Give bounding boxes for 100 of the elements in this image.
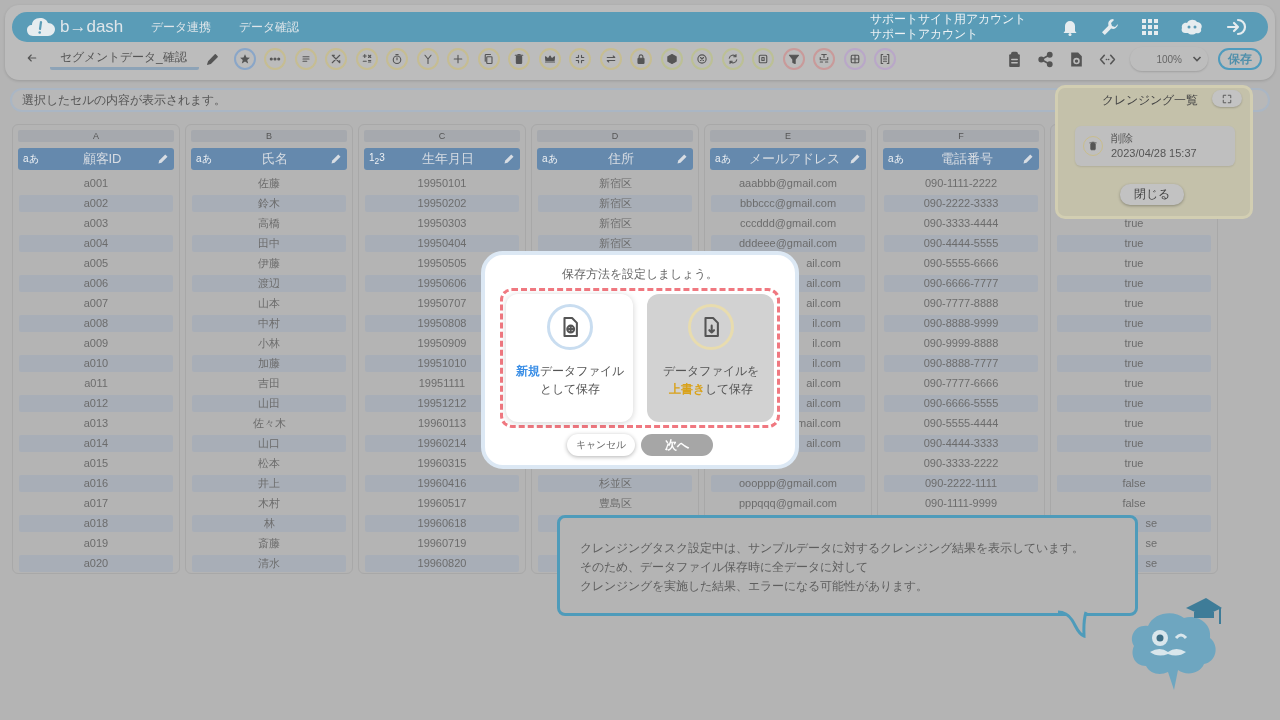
table-cell: se [1145,556,1157,569]
tool-button[interactable] [447,48,470,70]
table-cell: a006 [19,274,173,292]
pencil-icon [204,51,220,67]
tool-button[interactable] [813,48,836,70]
column-letter[interactable]: C [364,130,520,142]
table-cell: 19950202 [365,194,519,212]
tool-button[interactable] [355,48,378,70]
table-cell: 杉並区 [538,474,692,492]
star-icon [238,53,251,65]
close-circle-icon [696,53,709,65]
pencil-icon[interactable] [1022,153,1034,165]
save-option-card[interactable]: 新規データファイル として保存 [506,294,633,422]
table-cell-text: 090-5555-6666 [922,255,1000,271]
table-cell-text: 19960719 [416,535,468,551]
table-cell: 19960820 [365,554,519,572]
tool-button[interactable] [508,48,531,70]
tool-button[interactable] [721,48,744,70]
column-letter[interactable]: A [18,130,174,142]
table-cell-text: 090-1111-9999 [923,495,999,511]
column-header[interactable]: 1$_{2}$3 生年月日 [364,148,520,170]
zoom-select[interactable]: 100% [1130,47,1208,71]
column-letter[interactable]: B [191,130,347,142]
column-letter[interactable]: E [710,130,866,142]
column-letter[interactable]: D [537,130,693,142]
column-letter[interactable]: F [883,130,1039,142]
apps-grid-icon[interactable] [1142,19,1158,35]
column-header[interactable]: aあ 顧客ID [18,148,174,170]
tool-button[interactable] [752,48,775,70]
tool-button[interactable] [843,48,866,70]
pencil-icon[interactable] [503,153,515,165]
tool-button[interactable] [569,48,592,70]
tool-button[interactable] [294,48,317,70]
account-name: サポートアカウント [870,27,979,42]
table-cell: 清水 [192,554,346,572]
page-title[interactable]: セグメントデータ_確認 [50,48,199,70]
filter-icon [787,53,800,65]
dialog-button[interactable]: キャンセル [567,434,635,456]
close-button[interactable]: 閉じる [1120,184,1184,205]
logout-icon[interactable] [1226,17,1248,37]
table-cell: 090-8888-9999 [884,314,1038,332]
wrench-icon[interactable] [1100,17,1120,37]
pencil-icon[interactable] [676,153,688,165]
bell-icon[interactable] [1062,18,1078,36]
column-header[interactable]: aあ 氏名 [191,148,347,170]
tool-button[interactable] [538,48,561,70]
pencil-icon[interactable] [157,153,169,165]
save-button[interactable]: 保存 [1218,48,1262,70]
table-cell-text: 新宿区 [597,175,633,191]
history-card[interactable]: 削除 2023/04/28 15:37 [1075,126,1235,166]
table-cell-text: 090-1111-2222 [923,175,999,191]
tool-button[interactable] [660,48,683,70]
table-cell-text: true [1123,415,1145,431]
tool-button[interactable] [325,48,348,70]
tool-button[interactable] [782,48,805,70]
column-header[interactable]: aあ メールアドレス [710,148,866,170]
table-cell: 加藤 [192,354,346,372]
table-cell-text: a009 [82,335,110,351]
nav-link[interactable]: データ連携 [151,18,212,36]
table-cell: dddeee@gmail.com [711,234,865,252]
table-cell-text: 090-7777-6666 [922,375,1000,391]
table-cell: il.com [812,356,841,369]
tool-button[interactable] [691,48,714,70]
tool-button[interactable] [264,48,287,70]
type-label: aあ [888,152,905,166]
table-cell-text: true [1123,335,1145,351]
pencil-icon[interactable] [849,153,861,165]
column-header[interactable]: aあ 住所 [537,148,693,170]
tool-button[interactable] [233,48,256,70]
table-cell: true [1057,394,1211,412]
cloud-logo-icon [26,16,56,38]
tool-button[interactable] [477,48,500,70]
table-cell-text: a003 [82,215,110,231]
table-cell: 新宿区 [538,234,692,252]
dialog-title: 保存方法を設定しましょう。 [562,266,718,283]
column-name: 住所 [607,150,635,168]
nav-link[interactable]: データ確認 [239,18,300,36]
mascot-head-icon[interactable] [1180,17,1204,37]
tool-button[interactable] [874,48,897,70]
table-cell: il.com [812,336,841,349]
table-cell: 山田 [192,394,346,412]
table-cell-text: true [1123,255,1145,271]
table-cell-text: 19960517 [416,495,468,511]
tool-button[interactable] [630,48,653,70]
square-icon [757,53,770,65]
share-icon [1037,50,1054,68]
table-cell: 090-6666-7777 [884,274,1038,292]
tool-button[interactable] [599,48,622,70]
pencil-icon[interactable] [330,153,342,165]
table-cell: ail.com [806,256,841,269]
table-cell: a010 [19,354,173,372]
table-cell: 林 [192,514,346,532]
table-cell: a014 [19,434,173,452]
tool-button[interactable] [416,48,439,70]
table-cell: 田中 [192,234,346,252]
column-header[interactable]: aあ 電話番号 [883,148,1039,170]
tool-button[interactable] [386,48,409,70]
account-name: サポートサイト用アカウント [870,12,1026,27]
expand-button[interactable] [1212,90,1242,107]
hint-text: クレンジングを実施した結果、エラーになる可能性があります。 [580,578,928,595]
